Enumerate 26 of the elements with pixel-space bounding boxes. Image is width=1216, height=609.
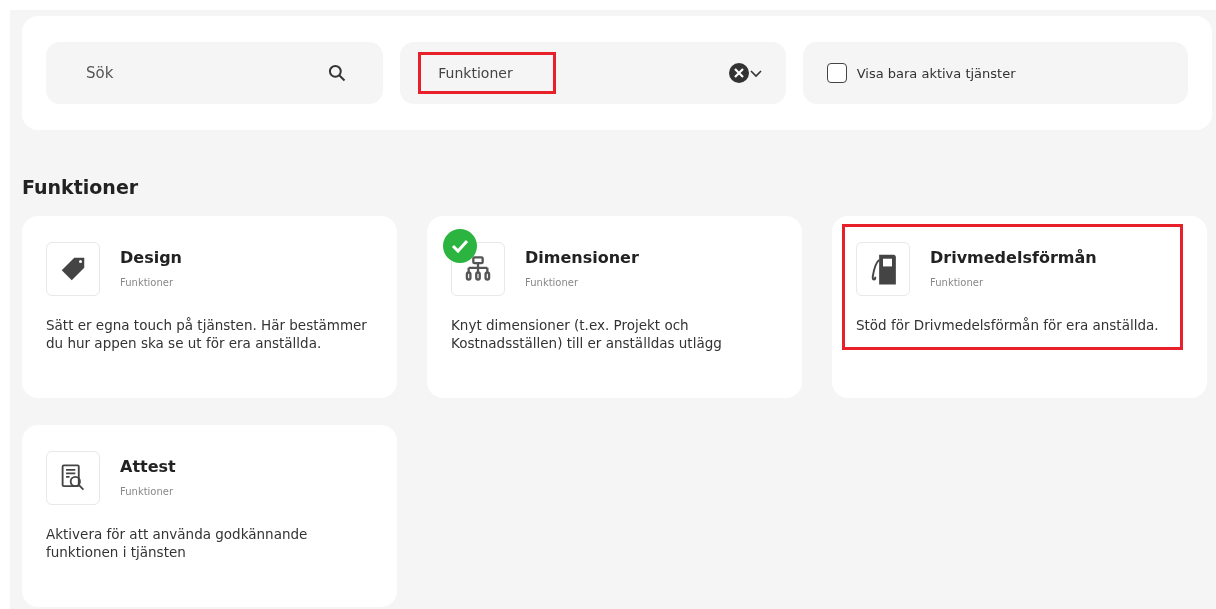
service-description: Sätt er egna touch på tjänsten. Här bestämmer du hur appen ska se ut för era anställda.: [46, 316, 368, 352]
checkbox-label: Visa bara aktiva tjänster: [856, 65, 1016, 81]
section-title: Funktioner: [22, 176, 140, 198]
clear-icon[interactable]: [727, 62, 750, 84]
service-title: Attest: [120, 457, 176, 476]
chevron-down-icon[interactable]: [749, 68, 762, 78]
service-description: Knyt dimensioner (t.ex. Projekt och Kostnadsställen) till er anställdas utlägg: [451, 316, 723, 352]
service-card[interactable]: Drivmedelsförmån Funktioner Stöd för Drivmedelsförmån för era anställda.: [832, 216, 1207, 398]
document-search-icon: [59, 463, 87, 493]
service-title: Design: [120, 248, 182, 267]
service-category: Funktioner: [120, 277, 175, 288]
service-card[interactable]: Dimensioner Funktioner Knyt dimensioner (t.ex. Projekt och Kostnadsställen) till er anställdas utlägg: [427, 216, 802, 398]
service-category: Funktioner: [525, 277, 580, 288]
service-title: Dimensioner: [525, 248, 639, 267]
search-icon: [327, 63, 348, 83]
service-title: Drivmedelsförmån: [930, 248, 1097, 267]
service-category: Funktioner: [930, 277, 985, 288]
checkbox[interactable]: [826, 63, 847, 83]
service-card[interactable]: Design Funktioner Sätt er egna touch på tjänsten. Här bestämmer du hur appen ska se ut för era anställda.: [22, 216, 397, 398]
service-description: Aktivera för att använda godkännande funktionen i tjänsten: [46, 525, 309, 561]
service-card[interactable]: Attest Funktioner Aktivera för att använda godkännande funktionen i tjänsten: [22, 425, 397, 607]
service-description: Stöd för Drivmedelsförmån för era anställda.: [856, 316, 1160, 334]
category-dropdown[interactable]: Funktioner: [400, 42, 786, 104]
service-category: Funktioner: [120, 486, 175, 497]
search-field[interactable]: Sök: [46, 42, 384, 104]
hierarchy-icon: [464, 255, 492, 283]
